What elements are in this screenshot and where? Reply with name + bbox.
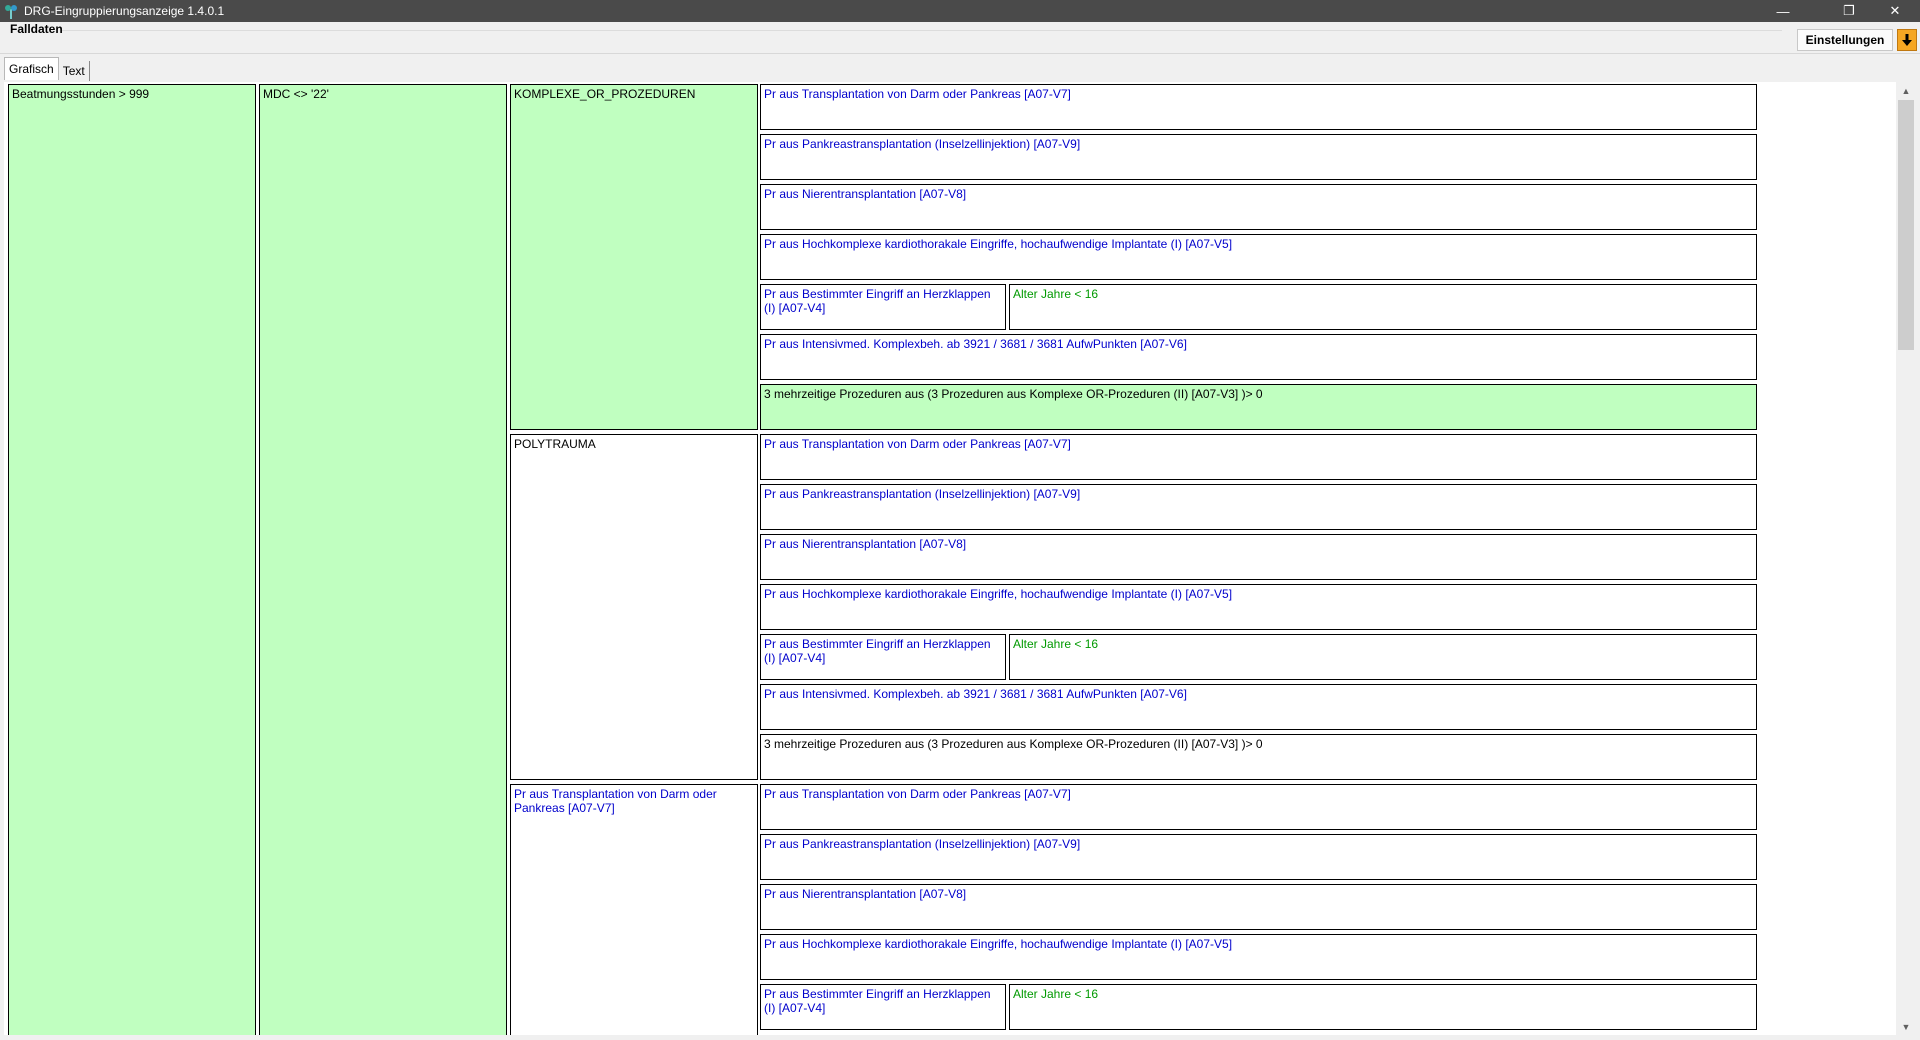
leaf-pankreas[interactable]: Pr aus Pankreastransplantation (Inselzel…: [760, 834, 1757, 880]
node-transplantation-darm[interactable]: Pr aus Transplantation von Darm oder Pan…: [510, 784, 758, 1035]
node-komplexe-or-prozeduren[interactable]: KOMPLEXE_OR_PROZEDUREN: [510, 84, 758, 430]
minimize-icon[interactable]: —: [1760, 0, 1806, 22]
separator: [0, 53, 1920, 54]
download-button[interactable]: [1897, 29, 1917, 51]
arrow-down-icon: [1902, 34, 1912, 46]
app-icon: [5, 5, 17, 19]
settings-button[interactable]: Einstellungen: [1797, 29, 1893, 51]
tree-canvas: Beatmungsstunden > 999 MDC <> '22' KOMPL…: [4, 82, 1896, 1035]
scroll-up-icon[interactable]: ▲: [1898, 84, 1914, 98]
node-mdc[interactable]: MDC <> '22': [259, 84, 507, 1035]
leaf-hochkomplex[interactable]: Pr aus Hochkomplexe kardiothorakale Eing…: [760, 584, 1757, 630]
leaf-niere[interactable]: Pr aus Nierentransplantation [A07-V8]: [760, 884, 1757, 930]
leaf-alter[interactable]: Alter Jahre < 16: [1009, 984, 1757, 1030]
leaf-niere[interactable]: Pr aus Nierentransplantation [A07-V8]: [760, 534, 1757, 580]
leaf-darm-pankreas[interactable]: Pr aus Transplantation von Darm oder Pan…: [760, 84, 1757, 130]
leaf-mehrzeitig[interactable]: 3 mehrzeitige Prozeduren aus (3 Prozedur…: [760, 734, 1757, 780]
leaf-darm-pankreas[interactable]: Pr aus Transplantation von Darm oder Pan…: [760, 784, 1757, 830]
leaf-hochkomplex[interactable]: Pr aus Hochkomplexe kardiothorakale Eing…: [760, 934, 1757, 980]
leaf-herzklappen[interactable]: Pr aus Bestimmter Eingriff an Herzklappe…: [760, 984, 1006, 1030]
scrollbar-thumb[interactable]: [1898, 100, 1914, 350]
leaf-alter[interactable]: Alter Jahre < 16: [1009, 284, 1757, 330]
window-title: DRG-Eingruppierungsanzeige 1.4.0.1: [24, 4, 225, 18]
group-border: [62, 30, 1782, 31]
leaf-pankreas[interactable]: Pr aus Pankreastransplantation (Inselzel…: [760, 134, 1757, 180]
close-icon[interactable]: ✕: [1872, 0, 1918, 22]
leaf-pankreas[interactable]: Pr aus Pankreastransplantation (Inselzel…: [760, 484, 1757, 530]
leaf-herzklappen[interactable]: Pr aus Bestimmter Eingriff an Herzklappe…: [760, 284, 1006, 330]
leaf-intensiv[interactable]: Pr aus Intensivmed. Komplexbeh. ab 3921 …: [760, 334, 1757, 380]
leaf-herzklappen[interactable]: Pr aus Bestimmter Eingriff an Herzklappe…: [760, 634, 1006, 680]
view-tabs: Grafisch Text: [4, 57, 90, 81]
tab-text[interactable]: Text: [59, 61, 90, 81]
title-bar: DRG-Eingruppierungsanzeige 1.4.0.1: [0, 0, 1920, 22]
node-polytrauma[interactable]: POLYTRAUMA: [510, 434, 758, 780]
leaf-hochkomplex[interactable]: Pr aus Hochkomplexe kardiothorakale Eing…: [760, 234, 1757, 280]
leaf-intensiv[interactable]: Pr aus Intensivmed. Komplexbeh. ab 3921 …: [760, 684, 1757, 730]
leaf-alter[interactable]: Alter Jahre < 16: [1009, 634, 1757, 680]
falldaten-group-label: Falldaten: [10, 22, 63, 36]
restore-icon[interactable]: ❐: [1826, 0, 1872, 22]
leaf-mehrzeitig[interactable]: 3 mehrzeitige Prozeduren aus (3 Prozedur…: [760, 384, 1757, 430]
node-beatmungsstunden[interactable]: Beatmungsstunden > 999: [8, 84, 256, 1035]
leaf-niere[interactable]: Pr aus Nierentransplantation [A07-V8]: [760, 184, 1757, 230]
tab-grafisch[interactable]: Grafisch: [4, 57, 59, 80]
scroll-down-icon[interactable]: ▼: [1898, 1020, 1914, 1034]
leaf-darm-pankreas[interactable]: Pr aus Transplantation von Darm oder Pan…: [760, 434, 1757, 480]
